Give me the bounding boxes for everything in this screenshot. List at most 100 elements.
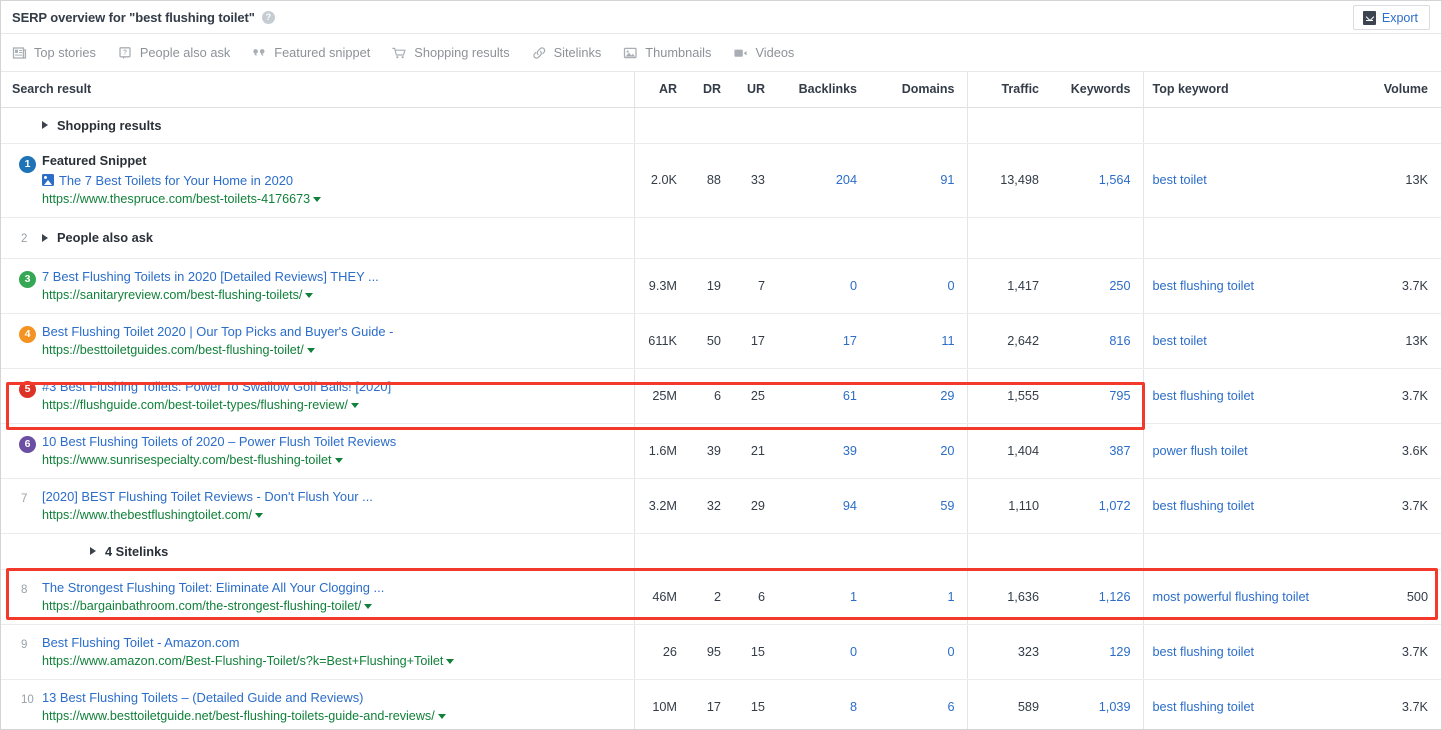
table-header-row: Search result AR DR UR Backlinks Domains…	[1, 72, 1441, 107]
cell-keywords[interactable]: 1,072	[1051, 478, 1143, 533]
cell-domains[interactable]: 11	[869, 313, 967, 368]
rank-cell: 8	[12, 579, 42, 599]
col-top-keyword[interactable]: Top keyword	[1143, 72, 1383, 107]
cell-backlinks[interactable]: 94	[777, 478, 869, 533]
rank-cell: 4	[12, 323, 42, 343]
col-dr[interactable]: DR	[689, 72, 733, 107]
cell-top-keyword[interactable]: power flush toilet	[1143, 423, 1383, 478]
cell-top-keyword[interactable]: best flushing toilet	[1143, 624, 1383, 679]
col-ur[interactable]: UR	[733, 72, 777, 107]
table-row: 1Featured SnippetThe 7 Best Toilets for …	[1, 143, 1441, 217]
cell-ur	[733, 533, 777, 569]
filter-thumbnails[interactable]: Thumbnails	[623, 45, 711, 60]
chevron-down-icon[interactable]	[335, 458, 343, 463]
filter-shopping-results[interactable]: Shopping results	[392, 45, 509, 60]
filter-top-stories[interactable]: Top stories	[12, 45, 96, 60]
cell-keywords[interactable]: 387	[1051, 423, 1143, 478]
result-title-link[interactable]: 13 Best Flushing Toilets – (Detailed Gui…	[42, 689, 624, 706]
cell-volume	[1383, 107, 1441, 143]
cell-backlinks[interactable]: 39	[777, 423, 869, 478]
cell-domains[interactable]: 0	[869, 258, 967, 313]
rank-cell: 3	[12, 268, 42, 288]
filter-featured-snippet[interactable]: Featured snippet	[252, 45, 370, 60]
result-url-text: https://www.thebestflushingtoilet.com/	[42, 508, 252, 522]
cell-domains[interactable]: 91	[869, 143, 967, 217]
cell-keywords[interactable]: 795	[1051, 368, 1143, 423]
help-icon[interactable]: ?	[262, 11, 275, 24]
col-backlinks[interactable]: Backlinks	[777, 72, 869, 107]
cell-keywords[interactable]: 1,126	[1051, 569, 1143, 624]
cell-backlinks[interactable]: 8	[777, 679, 869, 730]
group-toggle[interactable]: Shopping results	[42, 118, 162, 133]
result-url-link[interactable]: https://sanitaryreview.com/best-flushing…	[42, 287, 624, 304]
cell-backlinks[interactable]: 61	[777, 368, 869, 423]
result-url-link[interactable]: https://www.amazon.com/Best-Flushing-Toi…	[42, 653, 624, 670]
filter-top-stories-label: Top stories	[34, 45, 96, 60]
chevron-down-icon[interactable]	[438, 714, 446, 719]
col-traffic[interactable]: Traffic	[967, 72, 1051, 107]
cell-keywords[interactable]: 1,564	[1051, 143, 1143, 217]
chevron-down-icon[interactable]	[255, 513, 263, 518]
chevron-right-icon	[90, 547, 96, 555]
cell-top-keyword[interactable]: best flushing toilet	[1143, 679, 1383, 730]
result-url-link[interactable]: https://www.sunrisespecialty.com/best-fl…	[42, 452, 624, 469]
result-title-link[interactable]: 7 Best Flushing Toilets in 2020 [Detaile…	[42, 268, 624, 285]
cell-volume: 3.6K	[1383, 423, 1441, 478]
cell-top-keyword[interactable]: best flushing toilet	[1143, 368, 1383, 423]
chevron-down-icon[interactable]	[351, 403, 359, 408]
cell-top-keyword[interactable]: best toilet	[1143, 313, 1383, 368]
cell-ur: 25	[733, 368, 777, 423]
col-search-result[interactable]: Search result	[1, 72, 634, 107]
cell-top-keyword[interactable]: best flushing toilet	[1143, 478, 1383, 533]
cell-top-keyword[interactable]: most powerful flushing toilet	[1143, 569, 1383, 624]
filter-videos[interactable]: Videos	[733, 45, 794, 60]
result-title-link[interactable]: Best Flushing Toilet 2020 | Our Top Pick…	[42, 323, 624, 340]
cell-backlinks[interactable]: 204	[777, 143, 869, 217]
cell-keywords[interactable]: 250	[1051, 258, 1143, 313]
cell-domains[interactable]: 59	[869, 478, 967, 533]
result-title-link[interactable]: 10 Best Flushing Toilets of 2020 – Power…	[42, 433, 624, 450]
result-url-link[interactable]: https://besttoiletguides.com/best-flushi…	[42, 342, 624, 359]
result-title-link[interactable]: #3 Best Flushing Toilets: Power To Swall…	[42, 378, 624, 395]
cell-domains[interactable]: 0	[869, 624, 967, 679]
cell-domains[interactable]: 20	[869, 423, 967, 478]
group-toggle[interactable]: People also ask	[42, 230, 153, 245]
result-url-link[interactable]: https://bargainbathroom.com/the-stronges…	[42, 598, 624, 615]
chevron-down-icon[interactable]	[313, 197, 321, 202]
export-button[interactable]: Export	[1353, 5, 1430, 30]
cell-backlinks[interactable]: 1	[777, 569, 869, 624]
result-title-link[interactable]: The 7 Best Toilets for Your Home in 2020	[42, 172, 624, 189]
result-url-link[interactable]: https://www.thespruce.com/best-toilets-4…	[42, 191, 624, 208]
chevron-down-icon[interactable]	[307, 348, 315, 353]
cell-keywords[interactable]: 816	[1051, 313, 1143, 368]
col-volume[interactable]: Volume	[1383, 72, 1441, 107]
col-domains[interactable]: Domains	[869, 72, 967, 107]
result-url-link[interactable]: https://www.thebestflushingtoilet.com/	[42, 507, 624, 524]
cell-domains[interactable]: 1	[869, 569, 967, 624]
cell-backlinks[interactable]: 0	[777, 258, 869, 313]
cell-domains[interactable]: 29	[869, 368, 967, 423]
cell-backlinks[interactable]: 17	[777, 313, 869, 368]
cell-top-keyword[interactable]: best toilet	[1143, 143, 1383, 217]
result-url-link[interactable]: https://www.besttoiletguide.net/best-flu…	[42, 708, 624, 725]
result-title-link[interactable]: The Strongest Flushing Toilet: Eliminate…	[42, 579, 624, 596]
group-toggle[interactable]: 4 Sitelinks	[42, 544, 168, 559]
cell-top-keyword[interactable]: best flushing toilet	[1143, 258, 1383, 313]
result-title-link[interactable]: Best Flushing Toilet - Amazon.com	[42, 634, 624, 651]
filter-people-also-ask[interactable]: ? People also ask	[118, 45, 230, 60]
col-keywords[interactable]: Keywords	[1051, 72, 1143, 107]
chevron-down-icon[interactable]	[446, 659, 454, 664]
cell-domains[interactable]: 6	[869, 679, 967, 730]
chevron-down-icon[interactable]	[305, 293, 313, 298]
cell-keywords[interactable]: 1,039	[1051, 679, 1143, 730]
result-title-link[interactable]: [2020] BEST Flushing Toilet Reviews - Do…	[42, 488, 624, 505]
cell-backlinks[interactable]: 0	[777, 624, 869, 679]
result-url-link[interactable]: https://flushguide.com/best-toilet-types…	[42, 397, 624, 414]
chevron-down-icon[interactable]	[364, 604, 372, 609]
filter-sitelinks[interactable]: Sitelinks	[532, 45, 602, 60]
table-row: 37 Best Flushing Toilets in 2020 [Detail…	[1, 258, 1441, 313]
cell-ar	[634, 533, 689, 569]
col-ar[interactable]: AR	[634, 72, 689, 107]
rank-number: 10	[19, 692, 34, 709]
cell-keywords[interactable]: 129	[1051, 624, 1143, 679]
